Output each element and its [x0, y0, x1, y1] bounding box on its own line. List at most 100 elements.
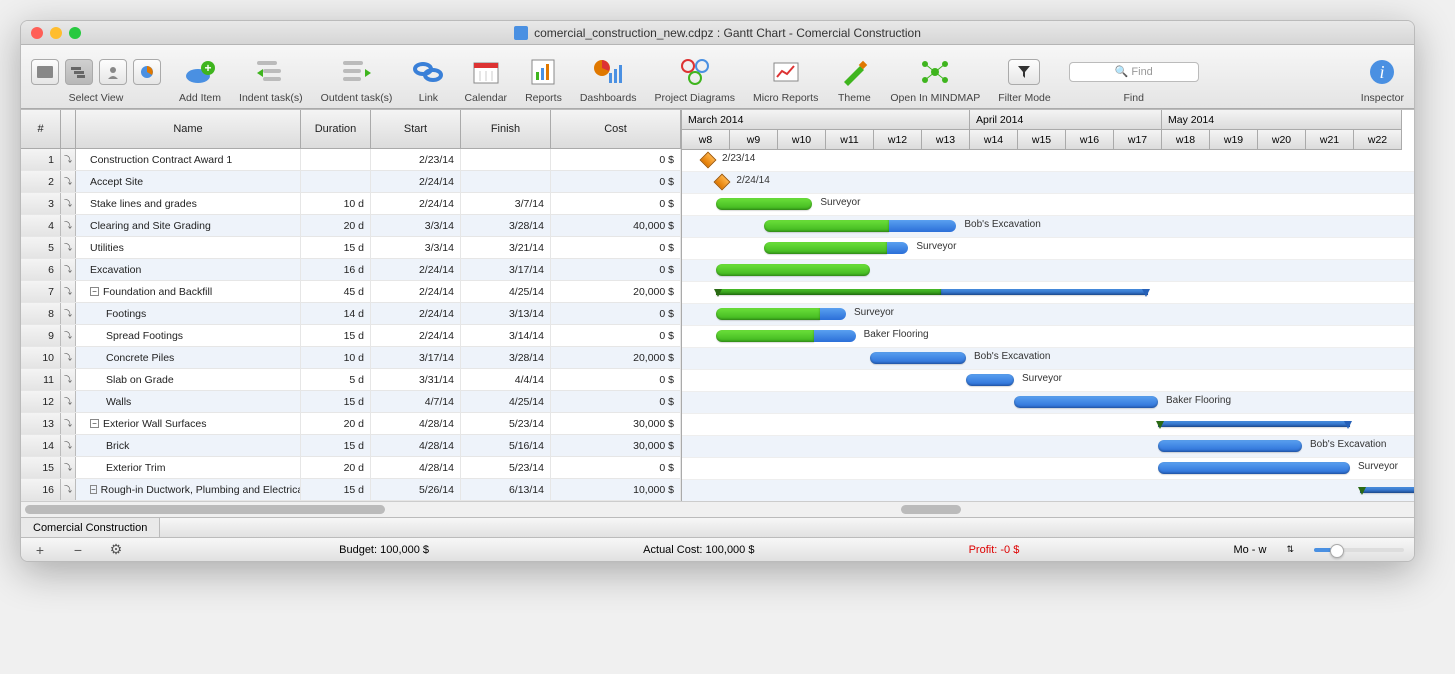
remove-row-button[interactable]: −: [69, 542, 87, 558]
link-button[interactable]: Link: [410, 54, 446, 104]
indent-button[interactable]: Indent task(s): [239, 54, 303, 104]
task-name-cell[interactable]: Spread Footings: [76, 325, 301, 346]
duration-cell[interactable]: 16 d: [301, 259, 371, 280]
start-cell[interactable]: 2/24/14: [371, 171, 461, 192]
cost-cell[interactable]: 10,000 $: [551, 479, 681, 500]
view-table-button[interactable]: [31, 59, 59, 85]
row-expand-icon[interactable]: ⤵: [61, 479, 76, 500]
start-cell[interactable]: 5/26/14: [371, 479, 461, 500]
micro-reports-button[interactable]: Micro Reports: [753, 54, 818, 104]
finish-cell[interactable]: 4/4/14: [461, 369, 551, 390]
cost-cell[interactable]: 20,000 $: [551, 347, 681, 368]
finish-cell[interactable]: 5/16/14: [461, 435, 551, 456]
duration-cell[interactable]: 45 d: [301, 281, 371, 302]
row-expand-icon[interactable]: ⤵: [61, 303, 76, 324]
cost-cell[interactable]: 0 $: [551, 171, 681, 192]
gantt-bar[interactable]: [870, 352, 966, 364]
start-cell[interactable]: 2/24/14: [371, 325, 461, 346]
cost-cell[interactable]: 20,000 $: [551, 281, 681, 302]
right-scrollbar[interactable]: [681, 501, 1414, 517]
start-cell[interactable]: 4/28/14: [371, 457, 461, 478]
cost-cell[interactable]: 0 $: [551, 259, 681, 280]
row-expand-icon[interactable]: ⤵: [61, 457, 76, 478]
cost-cell[interactable]: 0 $: [551, 325, 681, 346]
task-name-cell[interactable]: Clearing and Site Grading: [76, 215, 301, 236]
cost-cell[interactable]: 0 $: [551, 149, 681, 170]
task-name-cell[interactable]: Walls: [76, 391, 301, 412]
add-item-button[interactable]: + Add Item: [179, 54, 221, 104]
finish-cell[interactable]: 3/13/14: [461, 303, 551, 324]
gantt-bar-remaining[interactable]: [814, 330, 856, 342]
finish-cell[interactable]: 3/21/14: [461, 237, 551, 258]
start-cell[interactable]: 3/17/14: [371, 347, 461, 368]
reports-button[interactable]: Reports: [525, 54, 562, 104]
duration-cell[interactable]: 15 d: [301, 435, 371, 456]
duration-cell[interactable]: 15 d: [301, 325, 371, 346]
row-expand-icon[interactable]: ⤵: [61, 435, 76, 456]
row-expand-icon[interactable]: ⤵: [61, 171, 76, 192]
start-cell[interactable]: 2/24/14: [371, 281, 461, 302]
cost-cell[interactable]: 0 $: [551, 457, 681, 478]
gantt-bar-remaining[interactable]: [889, 220, 956, 232]
task-name-cell[interactable]: Concrete Piles: [76, 347, 301, 368]
row-expand-icon[interactable]: ⤵: [61, 347, 76, 368]
duration-cell[interactable]: 20 d: [301, 413, 371, 434]
finish-cell[interactable]: 5/23/14: [461, 457, 551, 478]
task-row[interactable]: 16⤵−Rough-in Ductwork, Plumbing and Elec…: [21, 479, 681, 501]
summary-bar[interactable]: [1158, 421, 1350, 427]
task-row[interactable]: 6⤵Excavation16 d2/24/143/17/140 $: [21, 259, 681, 281]
task-name-cell[interactable]: −Exterior Wall Surfaces: [76, 413, 301, 434]
finish-cell[interactable]: 3/7/14: [461, 193, 551, 214]
start-cell[interactable]: 3/31/14: [371, 369, 461, 390]
task-row[interactable]: 5⤵Utilities15 d3/3/143/21/140 $: [21, 237, 681, 259]
summary-bar[interactable]: [1360, 487, 1414, 493]
start-cell[interactable]: 3/3/14: [371, 215, 461, 236]
duration-cell[interactable]: 14 d: [301, 303, 371, 324]
finish-cell[interactable]: 3/28/14: [461, 215, 551, 236]
task-row[interactable]: 4⤵Clearing and Site Grading20 d3/3/143/2…: [21, 215, 681, 237]
task-row[interactable]: 9⤵Spread Footings15 d2/24/143/14/140 $: [21, 325, 681, 347]
start-cell[interactable]: 4/28/14: [371, 413, 461, 434]
open-mindmap-button[interactable]: Open In MINDMAP: [890, 54, 980, 104]
finish-cell[interactable]: [461, 149, 551, 170]
row-expand-icon[interactable]: ⤵: [61, 237, 76, 258]
task-name-cell[interactable]: Accept Site: [76, 171, 301, 192]
task-row[interactable]: 1⤵Construction Contract Award 12/23/140 …: [21, 149, 681, 171]
zoom-slider[interactable]: [1314, 548, 1404, 552]
task-name-cell[interactable]: Utilities: [76, 237, 301, 258]
task-row[interactable]: 7⤵−Foundation and Backfill45 d2/24/144/2…: [21, 281, 681, 303]
duration-cell[interactable]: [301, 149, 371, 170]
cost-cell[interactable]: 0 $: [551, 193, 681, 214]
task-row[interactable]: 3⤵Stake lines and grades10 d2/24/143/7/1…: [21, 193, 681, 215]
col-header-start[interactable]: Start: [371, 110, 461, 149]
gantt-bar-progress[interactable]: [764, 242, 886, 254]
row-expand-icon[interactable]: ⤵: [61, 149, 76, 170]
summary-bar[interactable]: [941, 289, 1148, 295]
row-expand-icon[interactable]: ⤵: [61, 259, 76, 280]
col-header-finish[interactable]: Finish: [461, 110, 551, 149]
gantt-bar-remaining[interactable]: [820, 308, 846, 320]
gantt-bar-progress[interactable]: [716, 308, 820, 320]
summary-bar[interactable]: [716, 289, 941, 295]
finish-cell[interactable]: 3/17/14: [461, 259, 551, 280]
gantt-bar-progress[interactable]: [716, 330, 813, 342]
calendar-button[interactable]: Calendar: [464, 54, 507, 104]
row-expand-icon[interactable]: ⤵: [61, 391, 76, 412]
start-cell[interactable]: 2/24/14: [371, 259, 461, 280]
finish-cell[interactable]: 5/23/14: [461, 413, 551, 434]
gantt-bar[interactable]: [1158, 440, 1302, 452]
task-row[interactable]: 12⤵Walls15 d4/7/144/25/140 $: [21, 391, 681, 413]
cost-cell[interactable]: 0 $: [551, 391, 681, 412]
cost-cell[interactable]: 0 $: [551, 237, 681, 258]
finish-cell[interactable]: 6/13/14: [461, 479, 551, 500]
add-row-button[interactable]: +: [31, 542, 49, 558]
task-row[interactable]: 11⤵Slab on Grade5 d3/31/144/4/140 $: [21, 369, 681, 391]
duration-cell[interactable]: 10 d: [301, 193, 371, 214]
gantt-bar[interactable]: [1014, 396, 1158, 408]
finish-cell[interactable]: 3/28/14: [461, 347, 551, 368]
start-cell[interactable]: 3/3/14: [371, 237, 461, 258]
duration-cell[interactable]: 15 d: [301, 391, 371, 412]
start-cell[interactable]: 2/24/14: [371, 193, 461, 214]
milestone-marker[interactable]: [700, 152, 717, 169]
outdent-button[interactable]: Outdent task(s): [321, 54, 393, 104]
